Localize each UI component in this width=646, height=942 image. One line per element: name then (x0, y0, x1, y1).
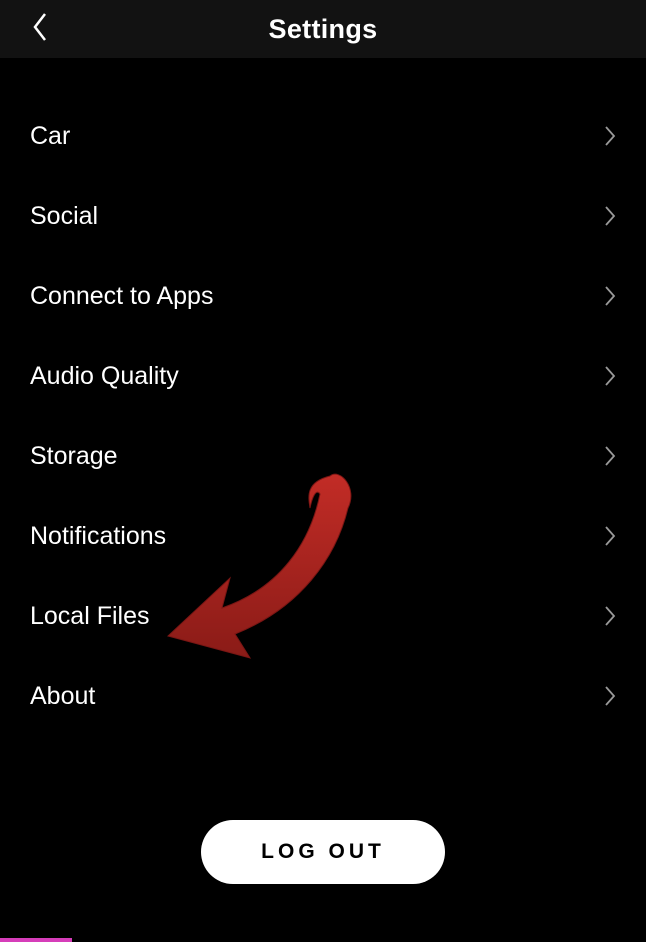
settings-row-audio-quality[interactable]: Audio Quality (0, 336, 646, 416)
settings-row-label: Audio Quality (30, 362, 179, 391)
settings-row-label: Storage (30, 442, 118, 471)
settings-row-connect-to-apps[interactable]: Connect to Apps (0, 256, 646, 336)
chevron-right-icon (604, 445, 616, 467)
settings-row-notifications[interactable]: Notifications (0, 496, 646, 576)
settings-row-storage[interactable]: Storage (0, 416, 646, 496)
settings-row-car[interactable]: Car (0, 96, 646, 176)
chevron-right-icon (604, 365, 616, 387)
logout-container: LOG OUT (0, 820, 646, 884)
chevron-right-icon (604, 285, 616, 307)
back-button[interactable] (24, 13, 56, 45)
settings-row-label: Devices (30, 70, 119, 71)
settings-row-social[interactable]: Social (0, 176, 646, 256)
chevron-right-icon (604, 685, 616, 707)
chevron-right-icon (604, 205, 616, 227)
settings-row-label: Car (30, 122, 70, 151)
chevron-right-icon (604, 605, 616, 627)
page-title: Settings (0, 14, 646, 45)
chevron-left-icon (31, 12, 49, 47)
logout-button[interactable]: LOG OUT (201, 820, 445, 884)
settings-row-about[interactable]: About (0, 656, 646, 736)
settings-list: Devices Car Social Connect to Apps Audio… (0, 70, 646, 942)
bottom-accent-bar (0, 938, 72, 942)
settings-row-label: About (30, 682, 95, 711)
settings-row-label: Connect to Apps (30, 282, 213, 311)
settings-row-label: Social (30, 202, 98, 231)
settings-row-local-files[interactable]: Local Files (0, 576, 646, 656)
settings-row-label: Local Files (30, 602, 150, 631)
settings-row-devices[interactable]: Devices (0, 70, 646, 96)
header-bar: Settings (0, 0, 646, 64)
chevron-right-icon (604, 125, 616, 147)
settings-row-label: Notifications (30, 522, 166, 551)
chevron-right-icon (604, 525, 616, 547)
